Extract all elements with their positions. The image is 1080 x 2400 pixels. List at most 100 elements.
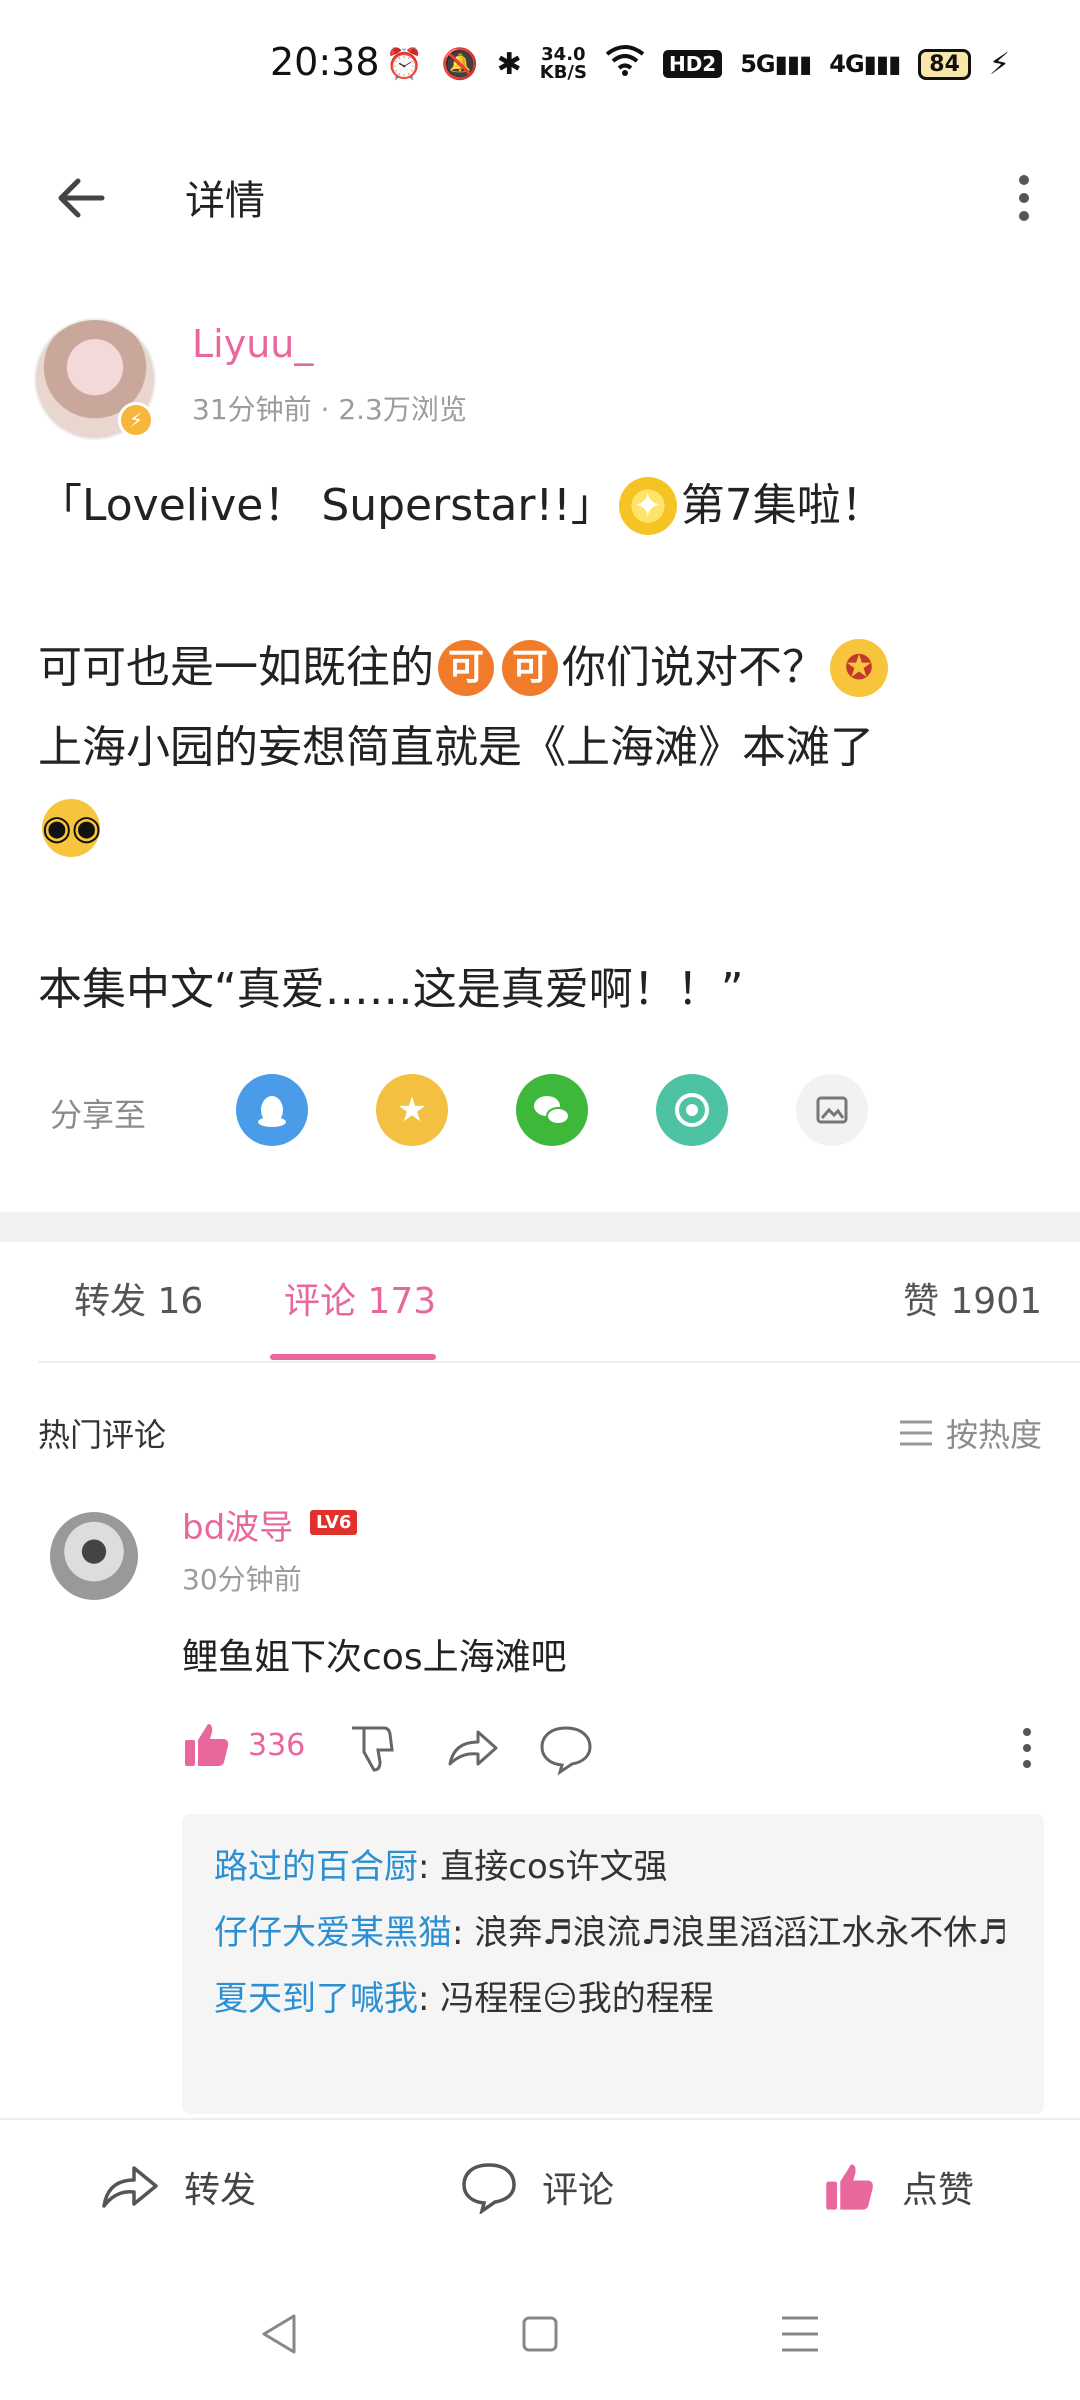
dizzy-sparkle-emoji-icon: ✦ — [618, 477, 677, 535]
forward-button[interactable]: 转发 — [100, 2160, 256, 2214]
reply-text: : 直接cos许文强 — [418, 1847, 668, 1887]
sunglasses-emoji-icon: ◉◉ — [42, 799, 101, 857]
hot-comments-title: 热门评论 — [38, 1416, 167, 1454]
mute-icon: 🔕 — [441, 46, 479, 82]
post-line-1-suffix: 第7集啦！ — [680, 480, 885, 531]
system-nav-bar — [0, 2268, 1080, 2400]
moments-aperture-icon — [675, 1093, 709, 1127]
comment-like-button[interactable]: 336 — [182, 1720, 305, 1770]
comment-item: bd波导 LV6 30分钟前 鲤鱼姐下次cos上海滩吧 336 路过的百合厨: … — [38, 1500, 1044, 2114]
author-header: ⚡ Liyuu_ 31分钟前 · 2.3万浏览 — [34, 318, 1044, 448]
nav-back-icon[interactable] — [250, 2304, 310, 2364]
more-vertical-icon[interactable] — [1004, 168, 1044, 228]
wifi-icon — [605, 44, 645, 84]
section-divider — [0, 1212, 1080, 1242]
post-line-1-text: 「Lovelive！ Superstar!!」 — [38, 480, 615, 531]
signal-5g-icon: 5G▮▮▮ — [740, 50, 812, 78]
comment-button[interactable]: 评论 — [460, 2160, 614, 2214]
reply-bubble-icon[interactable] — [538, 1720, 594, 1776]
qzone-star-icon: ★ — [396, 1090, 428, 1130]
share-qzone-button[interactable]: ★ — [376, 1074, 448, 1146]
signal-4g-icon: 4G▮▮▮ — [829, 50, 901, 78]
tab-likes[interactable]: 赞 1901 — [903, 1272, 1042, 1324]
bluetooth-icon: ✱ — [496, 46, 522, 82]
hot-comments-header: 热门评论 按热度 — [38, 1410, 1042, 1460]
like-label: 点赞 — [902, 2170, 975, 2211]
battery-icon: 84 — [918, 48, 971, 80]
bottom-action-bar: 转发 评论 点赞 — [0, 2118, 1080, 2268]
share-label: 分享至 — [50, 1096, 147, 1134]
post-meta: 31分钟前 · 2.3万浏览 — [192, 393, 467, 426]
like-thumbs-up-icon — [826, 2164, 873, 2210]
reply-list: 路过的百合厨: 直接cos许文强 仔仔大爱某黑猫: 浪奔♬浪流♬浪里滔滔江水永不… — [182, 1814, 1044, 2114]
page-title: 详情 — [185, 178, 265, 224]
status-time: 20:38 — [270, 40, 380, 84]
comment-text: 鲤鱼姐下次cos上海滩吧 — [182, 1637, 567, 1678]
comment-label: 评论 — [542, 2170, 615, 2211]
post-line-4: 本集中文“真爱……这是真爱啊！！” — [38, 964, 744, 1015]
share-moments-button[interactable] — [656, 1074, 728, 1146]
charging-icon: ⚡ — [988, 46, 1010, 82]
signal-5g-label: 5G — [740, 50, 775, 78]
author-name[interactable]: Liyuu_ — [192, 322, 313, 366]
reply-text: : 冯程程😑我的程程 — [418, 1979, 714, 2019]
thumbs-down-icon[interactable] — [344, 1720, 400, 1776]
post-line-emoji: ◉◉ — [38, 788, 1048, 868]
thumbs-up-icon — [185, 1724, 229, 1766]
verified-badge-icon: ⚡ — [118, 402, 154, 438]
reply-item[interactable]: 路过的百合厨: 直接cos许文强 — [214, 1834, 1012, 1900]
reply-user[interactable]: 夏天到了喊我 — [214, 1979, 418, 2019]
active-tab-indicator — [270, 1354, 436, 1360]
sort-lines-icon — [899, 1420, 932, 1446]
post-line-2: 可可也是一如既往的 可 可 你们说对不？ ✪ — [38, 628, 1048, 708]
level-badge: LV6 — [310, 1510, 358, 1535]
qq-penguin-icon — [258, 1096, 286, 1127]
reply-user[interactable]: 仔仔大爱某黑猫 — [214, 1913, 452, 1953]
share-qq-button[interactable] — [236, 1074, 308, 1146]
sort-button[interactable]: 按热度 — [898, 1410, 1042, 1456]
tab-forward[interactable]: 转发 16 — [74, 1272, 203, 1324]
reply-item[interactable]: 仔仔大爱某黑猫: 浪奔♬浪流♬浪里滔滔江水永不休♬ — [214, 1900, 1012, 1966]
share-arrow-icon[interactable] — [444, 1720, 500, 1776]
share-wechat-button[interactable] — [516, 1074, 588, 1146]
tab-comments[interactable]: 评论 173 — [284, 1272, 436, 1324]
hd-voice-icon: HD2 — [662, 50, 723, 78]
commenter-name[interactable]: bd波导 — [182, 1500, 293, 1549]
signal-4g-label: 4G — [829, 50, 864, 78]
status-bar: 20:38 ⏰ 🔕 ✱ 34.0 KB/S HD2 5G▮▮▮ 4G▮▮▮ 84… — [0, 0, 1080, 130]
star-struck-emoji-icon: ✪ — [830, 639, 888, 697]
comment-bubble-icon — [462, 2163, 516, 2214]
post-line-3: 上海小园的妄想简直就是《上海滩》本滩了 — [38, 722, 874, 773]
top-bar: 详情 — [0, 140, 1080, 250]
like-button[interactable]: 点赞 — [822, 2160, 974, 2214]
ke-emoji-icon: 可 — [438, 640, 494, 696]
net-speed: 34.0 KB/S — [540, 46, 587, 82]
sort-label: 按热度 — [945, 1416, 1042, 1454]
commenter-avatar[interactable] — [50, 1512, 138, 1600]
alarm-icon: ⏰ — [385, 46, 424, 82]
share-row: 分享至 ★ — [50, 1074, 1050, 1150]
reply-item[interactable]: 夏天到了喊我: 冯程程😑我的程程 — [214, 1966, 1012, 2032]
comment-actions: 336 — [182, 1720, 1052, 1780]
share-image-button[interactable] — [796, 1074, 868, 1146]
ke-emoji-icon: 可 — [502, 640, 558, 696]
comment-like-count: 336 — [248, 1727, 306, 1763]
post-line-2-prefix: 可可也是一如既往的 — [38, 642, 434, 693]
nav-menu-icon[interactable] — [770, 2304, 830, 2364]
post-line-1: 「Lovelive！ Superstar!!」 ✦ 第7集啦！ — [38, 466, 1048, 546]
post-line-2-suffix: 你们说对不？ — [562, 642, 826, 693]
reply-user[interactable]: 路过的百合厨 — [214, 1847, 418, 1887]
tabs: 转发 16 评论 173 赞 1901 — [0, 1242, 1080, 1362]
forward-label: 转发 — [184, 2170, 257, 2211]
back-arrow-icon[interactable] — [52, 168, 112, 228]
comment-time: 30分钟前 — [182, 1563, 302, 1596]
net-speed-unit: KB/S — [539, 62, 587, 83]
image-gallery-icon — [816, 1096, 848, 1124]
comment-more-icon[interactable] — [1012, 1720, 1042, 1776]
nav-home-icon[interactable] — [510, 2304, 570, 2364]
reply-text: : 浪奔♬浪流♬浪里滔滔江水永不休♬ — [452, 1913, 1008, 1953]
tabs-divider — [38, 1361, 1080, 1363]
status-icons: ⏰ 🔕 ✱ 34.0 KB/S HD2 5G▮▮▮ 4G▮▮▮ 84 ⚡ — [386, 44, 1010, 84]
